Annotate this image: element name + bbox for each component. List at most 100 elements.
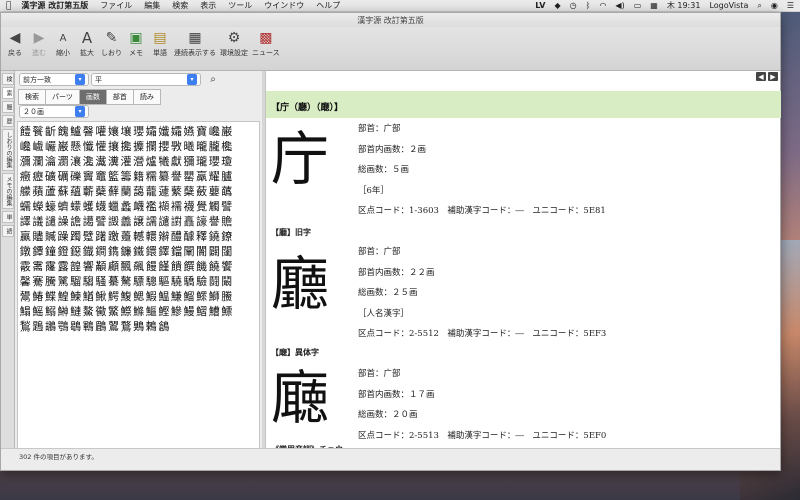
kanji-cell[interactable]: 鰥 <box>195 289 208 304</box>
kanji-cell[interactable]: 蘩 <box>170 184 183 199</box>
kanji-cell[interactable]: 衊 <box>132 199 145 214</box>
kanji-cell[interactable]: 鱸 <box>69 124 82 139</box>
kanji-cell[interactable]: 闢 <box>208 244 221 259</box>
kanji-cell[interactable]: 鰤 <box>208 289 221 304</box>
kanji-cell[interactable]: 竈 <box>95 169 108 184</box>
kanji-cell[interactable]: 鶩 <box>120 319 133 334</box>
kanji-cell[interactable]: 籃 <box>107 169 120 184</box>
kanji-cell[interactable]: 懽 <box>95 139 108 154</box>
seg-radical[interactable]: 部首 <box>105 89 134 105</box>
kanji-cell[interactable]: 蘄 <box>82 184 95 199</box>
kanji-cell[interactable]: 蠔 <box>44 199 57 214</box>
kanji-cell[interactable]: 觸 <box>208 199 221 214</box>
kanji-cell[interactable]: 癥 <box>19 169 32 184</box>
kanji-cell[interactable]: 巌 <box>221 124 234 139</box>
kanji-cell[interactable]: 霰 <box>19 259 32 274</box>
kanji-cell[interactable]: 鰸 <box>145 304 158 319</box>
kanji-cell[interactable]: 瀯 <box>132 154 145 169</box>
kanji-cell[interactable]: 籌 <box>120 169 133 184</box>
kanji-cell[interactable]: 瀺 <box>82 154 95 169</box>
vtab-index[interactable]: 索 <box>2 87 14 99</box>
kanji-cell[interactable]: 鶤 <box>82 319 95 334</box>
kanji-cell[interactable]: 攘 <box>107 139 120 154</box>
siri-icon[interactable]: ◉ <box>771 1 778 10</box>
kanji-cell[interactable]: 瓊 <box>221 154 234 169</box>
kanji-cell[interactable]: 饐 <box>19 124 32 139</box>
kanji-cell[interactable]: 蠡 <box>120 199 133 214</box>
kanji-cell[interactable]: 闡 <box>183 244 196 259</box>
lv-status-icon[interactable]: LV <box>535 1 545 10</box>
kanji-cell[interactable]: 響 <box>82 259 95 274</box>
kanji-cell[interactable]: 鐵 <box>132 244 145 259</box>
kanji-cell[interactable]: 蠟 <box>107 199 120 214</box>
kanji-cell[interactable]: 譯 <box>19 214 32 229</box>
menu-help[interactable]: ヘルプ <box>316 0 340 11</box>
kanji-cell[interactable]: 鶥 <box>95 319 108 334</box>
kanji-cell[interactable]: 巗 <box>44 139 57 154</box>
kanji-cell[interactable]: 爐 <box>145 154 158 169</box>
kanji-cell[interactable]: 鐘 <box>44 244 57 259</box>
kanji-cell[interactable]: 竇 <box>82 169 95 184</box>
search-icon[interactable]: ⌕ <box>206 73 220 86</box>
kanji-cell[interactable]: 驕 <box>183 274 196 289</box>
kanji-cell[interactable]: 鰶 <box>120 304 133 319</box>
kanji-cell[interactable]: 饋 <box>170 259 183 274</box>
kanji-cell[interactable]: 蘆 <box>44 184 57 199</box>
kanji-cell[interactable]: 蘚 <box>107 184 120 199</box>
kanji-cell[interactable]: 曨 <box>195 139 208 154</box>
kanji-cell[interactable]: 鰐 <box>107 289 120 304</box>
wifi-icon[interactable]: ◠ <box>599 1 606 10</box>
kanji-cell[interactable]: 孅 <box>158 124 171 139</box>
kanji-cell[interactable]: 躄 <box>82 229 95 244</box>
kanji-cell[interactable]: 躉 <box>120 229 133 244</box>
kanji-cell[interactable]: 蘗 <box>95 184 108 199</box>
kanji-cell[interactable]: 懺 <box>82 139 95 154</box>
kanji-cell[interactable]: 鶘 <box>44 319 57 334</box>
kanji-cell[interactable]: 騶 <box>82 274 95 289</box>
kanji-cell[interactable]: 巇 <box>32 139 45 154</box>
kanji-cell[interactable]: 蘭 <box>120 184 133 199</box>
kanji-cell[interactable]: 斆 <box>170 139 183 154</box>
kanji-cell[interactable]: 飆 <box>132 259 145 274</box>
kanji-cell[interactable]: 蘊 <box>69 184 82 199</box>
kanji-cell[interactable]: 蘡 <box>208 184 221 199</box>
kanji-cell[interactable]: 驁 <box>120 274 133 289</box>
kanji-cell[interactable]: 蘇 <box>57 184 70 199</box>
kanji-cell[interactable]: 譵 <box>170 214 183 229</box>
kanji-cell[interactable]: 纂 <box>158 169 171 184</box>
kanji-cell[interactable]: 鰵 <box>107 304 120 319</box>
menu-app[interactable]: 漢字源 改訂第五版 <box>21 0 88 11</box>
kanji-cell[interactable]: 鐃 <box>208 229 221 244</box>
enlarge-button[interactable]: A 拡大 <box>77 29 97 58</box>
kanji-cell[interactable]: 鐸 <box>158 244 171 259</box>
kanji-cell[interactable]: 譟 <box>57 214 70 229</box>
menu-file[interactable]: ファイル <box>100 0 132 11</box>
kanji-cell[interactable]: 鰾 <box>221 304 234 319</box>
kanji-cell[interactable]: 餽 <box>57 124 70 139</box>
kanji-cell[interactable]: 鰽 <box>208 304 221 319</box>
kanji-cell[interactable]: 鰴 <box>95 304 108 319</box>
kanji-cell[interactable]: 蘤 <box>221 184 234 199</box>
kanji-cell[interactable]: 蘞 <box>195 184 208 199</box>
kanji-cell[interactable]: 鬹 <box>19 289 32 304</box>
kanji-cell[interactable]: 鐔 <box>32 244 45 259</box>
kanji-grid[interactable]: 饐餮齗餽鱸韾嚾孃壤瓔孀孅孀嬿寶巉巌巉巇巗巌懸懺懽攘攙攗攔攖斆曦曨朧欃瀰瀾瀹瀱瀼瀺… <box>17 121 260 451</box>
kanji-cell[interactable]: 譲 <box>132 214 145 229</box>
kanji-cell[interactable]: 轗 <box>132 229 145 244</box>
kanji-cell[interactable]: 懸 <box>69 139 82 154</box>
kanji-cell[interactable]: 癧 <box>32 169 45 184</box>
vtab-bookmarks[interactable]: しおりの編集 <box>2 129 14 171</box>
kanji-cell[interactable]: 鬪 <box>208 274 221 289</box>
kanji-cell[interactable]: 鰧 <box>221 289 234 304</box>
kanji-cell[interactable]: 騭 <box>57 274 70 289</box>
kanji-cell[interactable]: 欃 <box>221 139 234 154</box>
kanji-cell[interactable]: 騫 <box>32 274 45 289</box>
kanji-cell[interactable]: 巉 <box>208 124 221 139</box>
kanji-cell[interactable]: 鰼 <box>195 304 208 319</box>
kanji-cell[interactable]: 鰆 <box>32 289 45 304</box>
menu-edit[interactable]: 編集 <box>144 0 160 11</box>
kanji-cell[interactable]: 瓔 <box>208 154 221 169</box>
kanji-cell[interactable]: 籍 <box>132 169 145 184</box>
kanji-cell[interactable]: 鐐 <box>221 229 234 244</box>
kanji-cell[interactable]: 瀵 <box>107 154 120 169</box>
